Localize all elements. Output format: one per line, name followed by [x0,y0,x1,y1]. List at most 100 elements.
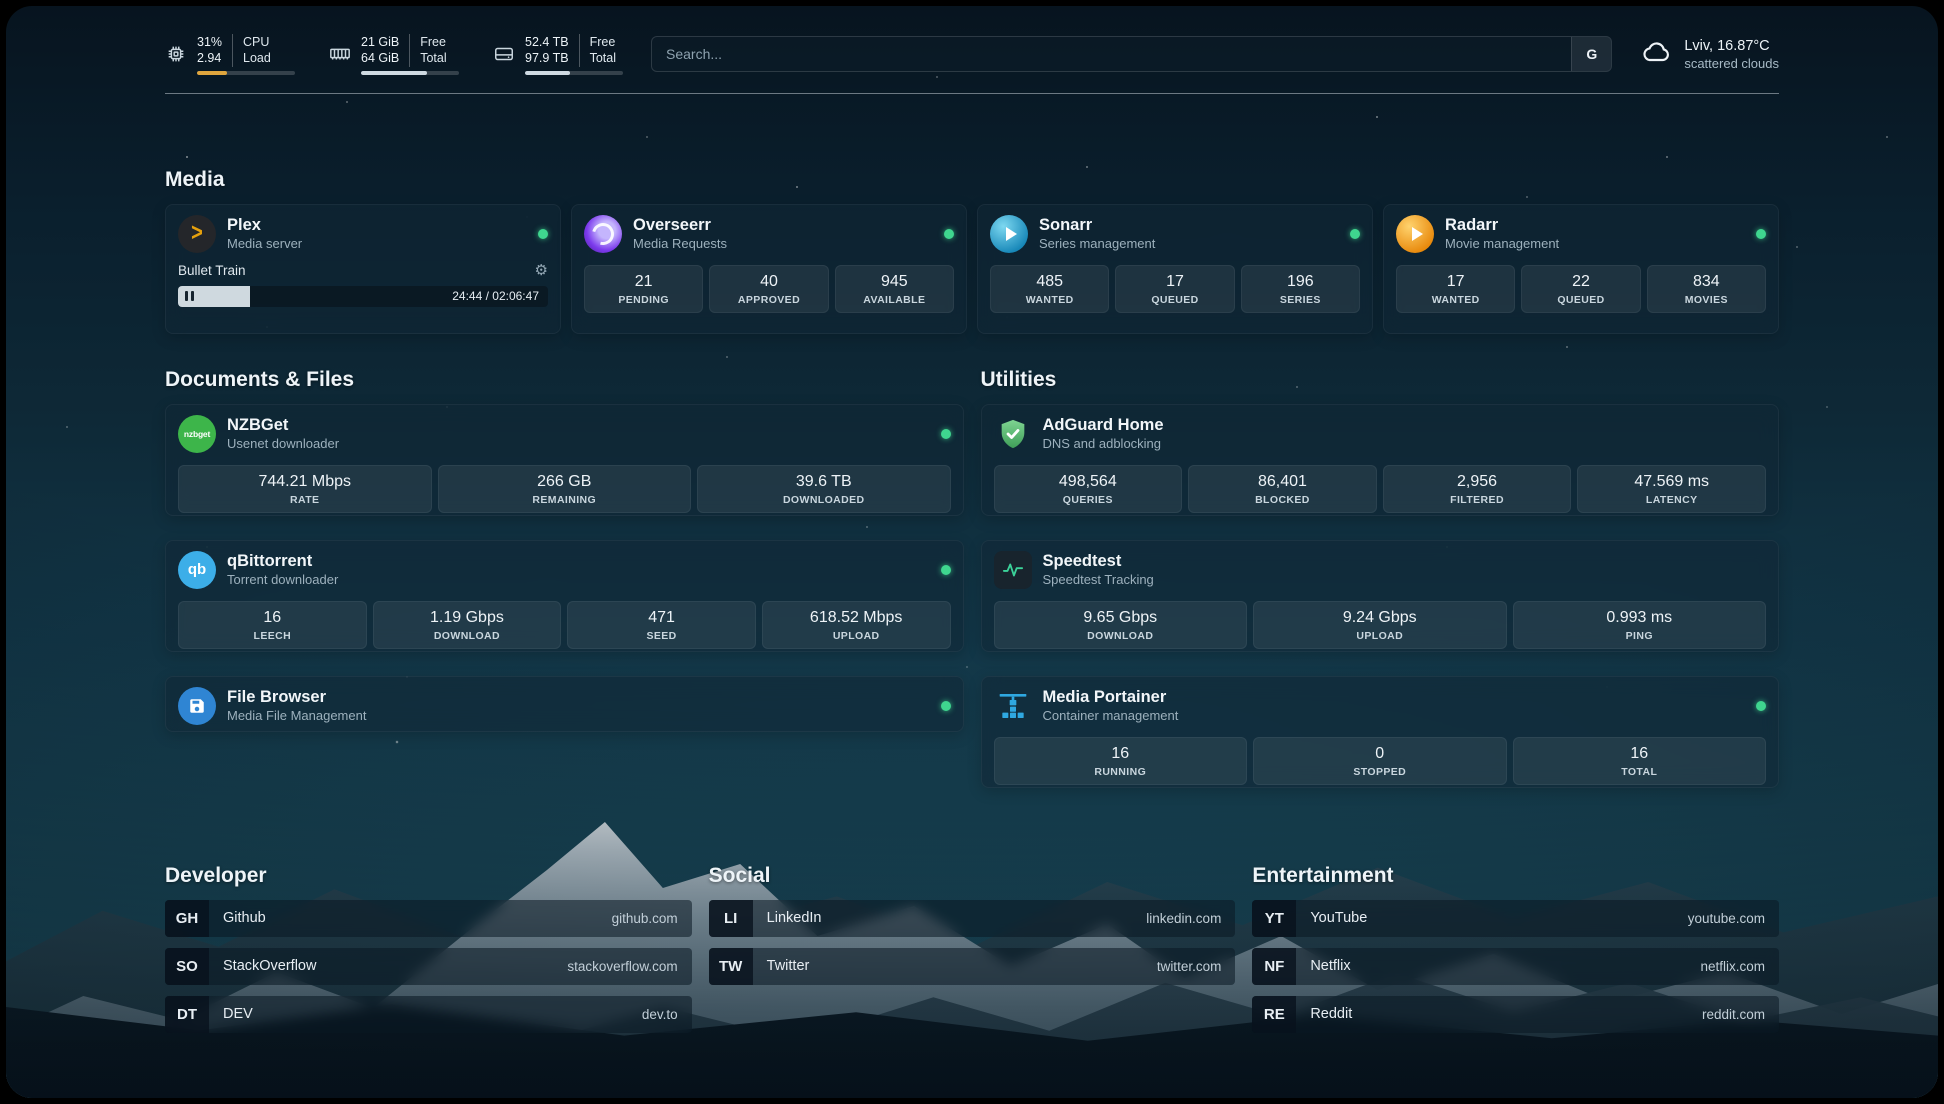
app-subtitle: Movie management [1445,236,1559,251]
bookmark-github[interactable]: GH Github github.com [165,900,692,937]
status-online-dot [538,229,548,239]
documents-column: Documents & Files nzbget NZBGet Usenet d… [165,368,964,788]
stat-box: 47.569 ms LATENCY [1577,465,1766,513]
ram-widget: 21 GiB 64 GiB Free Total [329,34,459,75]
app-subtitle: Series management [1039,236,1155,251]
weather-location: Lviv, 16.87°C [1684,38,1779,54]
stat-box: 196 SERIES [1241,265,1360,313]
disk-widget: 52.4 TB 97.9 TB Free Total [493,34,623,75]
stat-box: 86,401 BLOCKED [1188,465,1377,513]
weather-widget: Lviv, 16.87°C scattered clouds [1640,36,1779,73]
app-card-plex[interactable]: Plex Media server Bullet Train ⚙ 24:44 /… [165,204,561,334]
status-online-dot [944,229,954,239]
cpu-widget: 31% 2.94 CPU Load [165,34,295,75]
cpu-progress-bar [197,71,295,75]
radarr-logo-icon [1396,215,1434,253]
section-title-entertainment: Entertainment [1252,864,1779,888]
disk-total-label: Total [590,50,616,66]
dashboard: 31% 2.94 CPU Load [6,6,1938,1098]
app-subtitle: DNS and adblocking [1043,436,1164,451]
app-subtitle: Media File Management [227,708,366,723]
section-title-utilities: Utilities [981,368,1780,392]
app-card-qbittorrent[interactable]: qb qBittorrent Torrent downloader 16 LEE… [165,540,964,652]
ram-progress-bar [361,71,459,75]
speedtest-logo-icon [994,551,1032,589]
stat-box: 9.65 Gbps DOWNLOAD [994,601,1248,649]
disk-free-label: Free [590,34,616,50]
bookmark-stackoverflow[interactable]: SO StackOverflow stackoverflow.com [165,948,692,985]
app-title: Radarr [1445,216,1559,235]
stat-box: 744.21 Mbps RATE [178,465,432,513]
stat-box: 16 LEECH [178,601,367,649]
stat-box: 0.993 ms PING [1513,601,1767,649]
app-card-sonarr[interactable]: Sonarr Series management 485 WANTED 17 Q… [977,204,1373,334]
netflix-abbr-tile: NF [1252,948,1296,985]
overseerr-logo-icon [584,215,622,253]
cpu-usage-value: 31% [197,34,222,50]
app-title: Media Portainer [1043,688,1179,707]
app-card-radarr[interactable]: Radarr Movie management 17 WANTED 22 QUE… [1383,204,1779,334]
github-abbr-tile: GH [165,900,209,937]
app-subtitle: Speedtest Tracking [1043,572,1154,587]
reddit-abbr-tile: RE [1252,996,1296,1033]
app-card-portainer[interactable]: Media Portainer Container management 16 … [981,676,1780,788]
social-column: Social LI LinkedIn linkedin.com TW Twitt… [709,864,1236,1033]
status-online-dot [941,429,951,439]
app-card-speedtest[interactable]: Speedtest Speedtest Tracking 9.65 Gbps D… [981,540,1780,652]
cpu-label: CPU [243,34,271,50]
app-title: qBittorrent [227,552,338,571]
top-bar: 31% 2.94 CPU Load [165,6,1779,75]
twitter-abbr-tile: TW [709,948,753,985]
stat-box: 618.52 Mbps UPLOAD [762,601,951,649]
search-bar[interactable]: G [651,36,1612,72]
stat-box: 16 RUNNING [994,737,1248,785]
section-title-developer: Developer [165,864,692,888]
app-card-nzbget[interactable]: nzbget NZBGet Usenet downloader 744.21 M… [165,404,964,516]
stat-box: 266 GB REMAINING [438,465,692,513]
app-title: NZBGet [227,416,339,435]
now-playing-title: Bullet Train [178,263,246,278]
stat-box: 498,564 QUERIES [994,465,1183,513]
bookmark-reddit[interactable]: RE Reddit reddit.com [1252,996,1779,1033]
app-card-adguard[interactable]: AdGuard Home DNS and adblocking 498,564 … [981,404,1780,516]
pause-icon[interactable] [185,291,194,301]
cloud-icon [1640,36,1672,73]
stat-box: 22 QUEUED [1521,265,1640,313]
status-online-dot [941,701,951,711]
bookmark-twitter[interactable]: TW Twitter twitter.com [709,948,1236,985]
header-divider [165,93,1779,94]
utilities-column: Utilities [981,368,1780,788]
stat-box: 471 SEED [567,601,756,649]
stat-box: 17 WANTED [1396,265,1515,313]
status-online-dot [1350,229,1360,239]
bookmark-netflix[interactable]: NF Netflix netflix.com [1252,948,1779,985]
system-metrics: 31% 2.94 CPU Load [165,34,623,75]
app-subtitle: Usenet downloader [227,436,339,451]
filebrowser-logo-icon [178,687,216,725]
app-subtitle: Media server [227,236,302,251]
bookmark-linkedin[interactable]: LI LinkedIn linkedin.com [709,900,1236,937]
qbittorrent-logo-icon: qb [178,551,216,589]
stat-box: 0 STOPPED [1253,737,1507,785]
stackoverflow-abbr-tile: SO [165,948,209,985]
dev-abbr-tile: DT [165,996,209,1033]
section-title-social: Social [709,864,1236,888]
app-title: Overseerr [633,216,727,235]
disk-total-value: 97.9 TB [525,50,569,66]
stat-box: 16 TOTAL [1513,737,1767,785]
bookmark-youtube[interactable]: YT YouTube youtube.com [1252,900,1779,937]
app-card-overseerr[interactable]: Overseerr Media Requests 21 PENDING 40 A… [571,204,967,334]
plex-seek-bar[interactable]: 24:44 / 02:06:47 [178,286,548,307]
app-subtitle: Container management [1043,708,1179,723]
gear-icon[interactable]: ⚙ [535,263,548,278]
app-card-filebrowser[interactable]: File Browser Media File Management [165,676,964,732]
bookmark-dev[interactable]: DT DEV dev.to [165,996,692,1033]
search-engine-button[interactable]: G [1571,37,1611,71]
search-input[interactable] [652,37,1571,71]
section-title-documents: Documents & Files [165,368,964,392]
hard-drive-icon [493,43,515,65]
disk-progress-bar [525,71,623,75]
app-subtitle: Torrent downloader [227,572,338,587]
status-online-dot [1756,229,1766,239]
section-title-media: Media [165,168,1779,192]
